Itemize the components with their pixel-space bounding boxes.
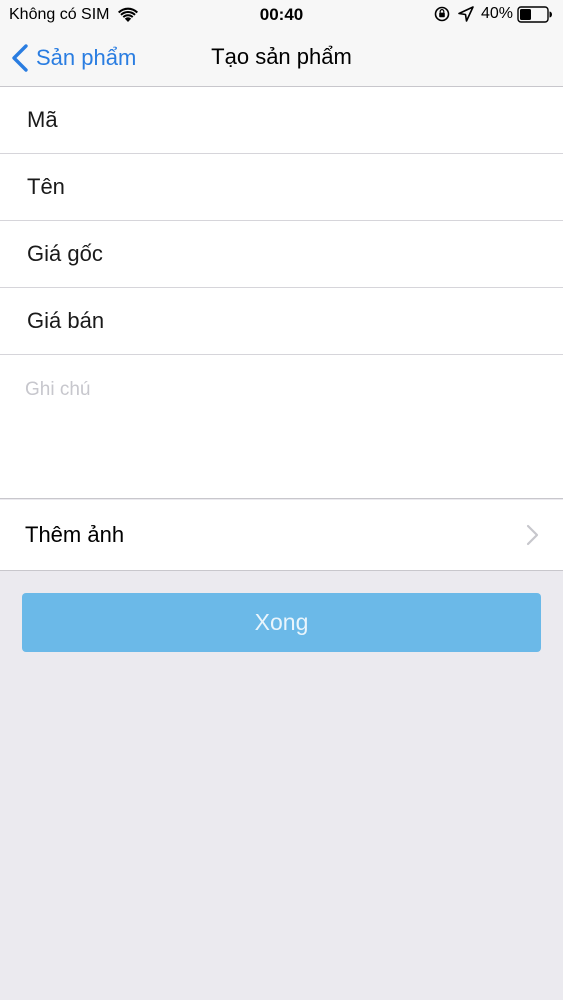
back-button[interactable]: Sản phẩm — [10, 42, 136, 74]
navigation-bar: Sản phẩm Tạo sản phẩm — [0, 30, 563, 87]
chevron-right-icon — [526, 524, 539, 546]
back-button-label: Sản phẩm — [36, 45, 137, 70]
code-row — [0, 87, 563, 154]
orientation-lock-icon — [434, 6, 450, 22]
note-row — [0, 355, 563, 499]
battery-percent: 40% — [480, 5, 513, 22]
cost-price-row — [0, 221, 563, 288]
name-row — [0, 154, 563, 221]
done-button[interactable]: Xong — [22, 593, 541, 652]
chevron-left-icon — [12, 44, 28, 72]
product-form — [0, 87, 563, 499]
sale-price-row — [0, 288, 563, 355]
add-photo-label: Thêm ảnh — [25, 522, 125, 547]
note-textarea[interactable] — [25, 379, 535, 479]
name-input[interactable] — [25, 173, 529, 201]
sale-price-input[interactable] — [25, 307, 529, 335]
add-photo-row[interactable]: Thêm ảnh — [0, 500, 563, 571]
cost-price-input[interactable] — [25, 240, 529, 268]
battery-icon — [517, 5, 552, 23]
status-bar: Không có SIM 00:40 40% — [0, 0, 563, 30]
code-input[interactable] — [25, 106, 529, 134]
location-arrow-icon — [458, 6, 474, 22]
status-indicators: 40% — [433, 5, 553, 23]
